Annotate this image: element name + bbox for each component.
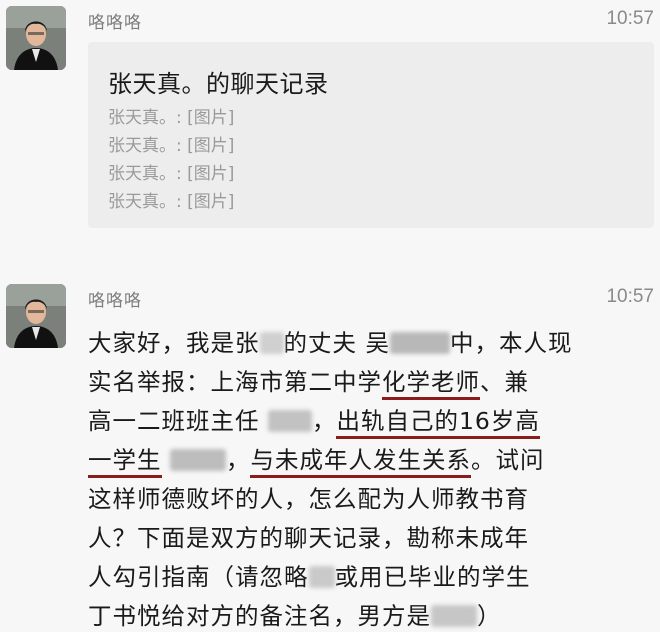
- record-preview-line: 张天真。: [图片]: [108, 192, 235, 212]
- sender-avatar[interactable]: [6, 6, 66, 70]
- text-segment: 大家好，我是张: [88, 329, 260, 357]
- text-segment: 实名举报：上海市第二中学: [88, 368, 382, 396]
- redacted-blur: [431, 605, 477, 627]
- text-segment: 高一二班班主任: [88, 407, 268, 435]
- text-segment: 人？下面是双方的聊天记录，勘称未成年: [88, 524, 529, 552]
- text-segment: 、兼: [480, 368, 529, 396]
- chat-record-card[interactable]: 张天真。的聊天记录 张天真。: [图片] 张天真。: [图片] 张天真。: [图…: [88, 42, 654, 228]
- redacted-blur: [259, 332, 284, 354]
- underlined-text: 一学生: [88, 446, 162, 478]
- record-preview-line: 张天真。: [图片]: [108, 164, 235, 184]
- text-line: 人？下面是双方的聊天记录，勘称未成年: [88, 519, 654, 558]
- record-preview-line: 张天真。: [图片]: [108, 108, 235, 128]
- message-time: 10:57: [606, 286, 654, 307]
- record-title: 张天真。的聊天记录: [108, 70, 329, 98]
- text-segment: 的丈夫 吴: [283, 329, 390, 357]
- message-text[interactable]: 大家好，我是张 的丈夫 吴 中，本人现 实名举报：上海市第二中学化学老师、兼 高一二…: [88, 324, 654, 632]
- text-line: 丁书悦给对方的备注名，男方是 ）: [88, 597, 654, 632]
- redacted-blur: [169, 449, 226, 471]
- text-line: 实名举报：上海市第二中学化学老师、兼: [88, 363, 654, 402]
- text-line: 大家好，我是张 的丈夫 吴 中，本人现: [88, 324, 654, 363]
- text-segment: 丁书悦给对方的备注名，男方是: [88, 602, 431, 630]
- sender-name: 咯咯咯: [88, 13, 142, 33]
- underlined-text: 与未成年人发生关系: [250, 446, 471, 478]
- text-segment: ）: [477, 602, 502, 630]
- redacted-blur: [267, 410, 312, 432]
- text-segment: ，: [311, 407, 337, 435]
- text-line: 人勾引指南（请忽略 或用已毕业的学生: [88, 558, 654, 597]
- underlined-text: 化学老师: [382, 368, 480, 400]
- underlined-text: 出轨自己的16岁高: [336, 407, 540, 439]
- sender-name: 咯咯咯: [88, 291, 142, 311]
- chat-history-view: 咯咯咯 10:57 张天真。的聊天记录 张天真。: [图片] 张天真。: [图片…: [0, 0, 660, 632]
- person-avatar-icon: [6, 6, 66, 70]
- sender-avatar[interactable]: [6, 284, 66, 348]
- record-preview-list: 张天真。: [图片] 张天真。: [图片] 张天真。: [图片] 张天真。: […: [108, 104, 234, 216]
- text-segment: 或用已毕业的学生: [334, 563, 531, 591]
- text-line: 这样师德败坏的人，怎么配为人师教书育: [88, 480, 654, 519]
- text-segment: 。试问: [470, 446, 545, 474]
- text-segment: 人勾引指南（请忽略: [88, 563, 309, 591]
- message-time: 10:57: [606, 8, 654, 29]
- redacted-blur: [308, 566, 335, 588]
- redacted-blur: [389, 332, 450, 354]
- text-segment: ，: [225, 446, 251, 474]
- text-segment: [162, 446, 170, 474]
- text-segment: 中，本人现: [449, 329, 573, 357]
- text-segment: 这样师德败坏的人，怎么配为人师教书育: [88, 485, 529, 513]
- text-line: 高一二班班主任 ，出轨自己的16岁高: [88, 402, 654, 441]
- record-preview-line: 张天真。: [图片]: [108, 136, 235, 156]
- person-avatar-icon: [6, 284, 66, 348]
- text-line: 一学生 ，与未成年人发生关系。试问: [88, 441, 654, 480]
